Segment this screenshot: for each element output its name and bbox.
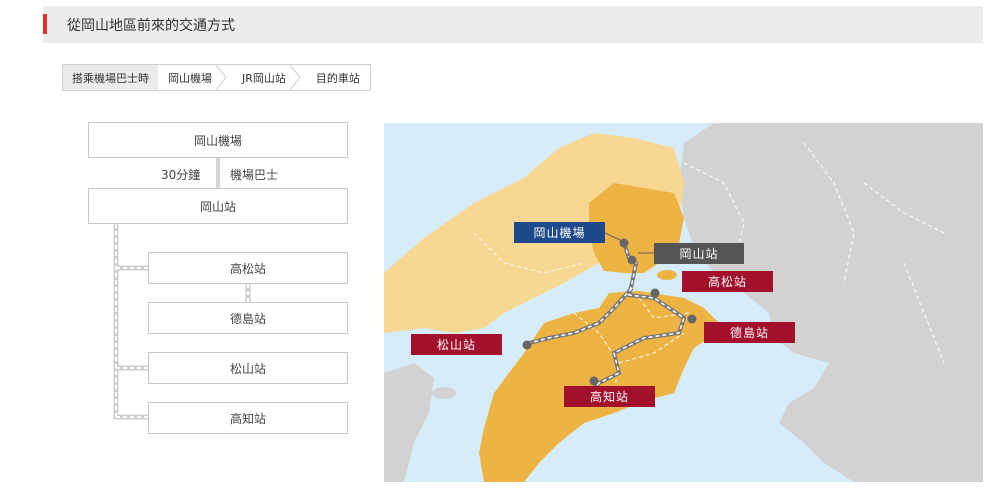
- map-label-tokushima: 德島站: [704, 322, 795, 343]
- island-2: [657, 270, 677, 280]
- hub-label: 岡山站: [199, 199, 236, 214]
- breadcrumb-label: 目的車站: [315, 71, 360, 85]
- breadcrumb-label: JR岡山站: [242, 71, 286, 85]
- station-label: 高知站: [229, 411, 266, 426]
- rail-connector-line: [113, 224, 150, 420]
- station-box-matsuyama: 松山站: [148, 352, 348, 384]
- station-label: 德島站: [229, 311, 266, 326]
- island-1: [432, 387, 456, 399]
- breadcrumb-item-mode: 搭乘機場巴士時: [63, 65, 158, 90]
- map-label-kochi: 高知站: [564, 386, 655, 407]
- map-label-airport: 岡山機場: [514, 222, 605, 243]
- dot-tokushima: [687, 314, 697, 324]
- map-graphic: [384, 123, 983, 482]
- chevron-right-icon: [215, 65, 227, 90]
- shikoku-route-map: 岡山機場 岡山站 高松站 德島站 松山站 高知站: [384, 123, 983, 482]
- route-breadcrumb: 搭乘機場巴士時 岡山機場 JR岡山站 目的車站: [62, 64, 371, 91]
- dot-okayama: [627, 255, 637, 265]
- breadcrumb-label: 岡山機場: [168, 71, 212, 85]
- page-title: 從岡山地區前來的交通方式: [67, 18, 235, 34]
- hub-box: 岡山站: [88, 188, 348, 224]
- breadcrumb-item-destination: 目的車站: [306, 65, 370, 90]
- dot-matsuyama: [522, 340, 532, 350]
- rail-connector-short: [245, 284, 251, 302]
- station-label: 高松站: [229, 261, 266, 276]
- breadcrumb-item-airport: 岡山機場: [158, 65, 232, 90]
- dot-takamatsu: [650, 288, 660, 298]
- origin-label: 岡山機場: [193, 133, 242, 148]
- bus-connector-line: [216, 158, 220, 188]
- station-label: 松山站: [229, 361, 266, 376]
- duration-label: 30分鐘: [161, 168, 201, 182]
- breadcrumb-item-jr-okayama: JR岡山站: [232, 65, 306, 90]
- breadcrumb-label: 搭乘機場巴士時: [72, 71, 149, 85]
- station-box-tokushima: 德島站: [148, 302, 348, 334]
- dot-kochi: [589, 376, 599, 386]
- station-box-takamatsu: 高松站: [148, 252, 348, 284]
- map-label-okayama: 岡山站: [654, 243, 744, 264]
- transport-label: 機場巴士: [230, 168, 279, 182]
- map-label-matsuyama: 松山站: [411, 334, 502, 355]
- header-accent-bar: [43, 14, 47, 34]
- map-label-takamatsu: 高松站: [682, 271, 773, 292]
- station-box-kochi: 高知站: [148, 402, 348, 434]
- section-header: 從岡山地區前來的交通方式: [43, 6, 983, 43]
- origin-box: 岡山機場: [88, 122, 348, 158]
- chevron-right-icon: [289, 65, 301, 90]
- dot-airport: [619, 238, 629, 248]
